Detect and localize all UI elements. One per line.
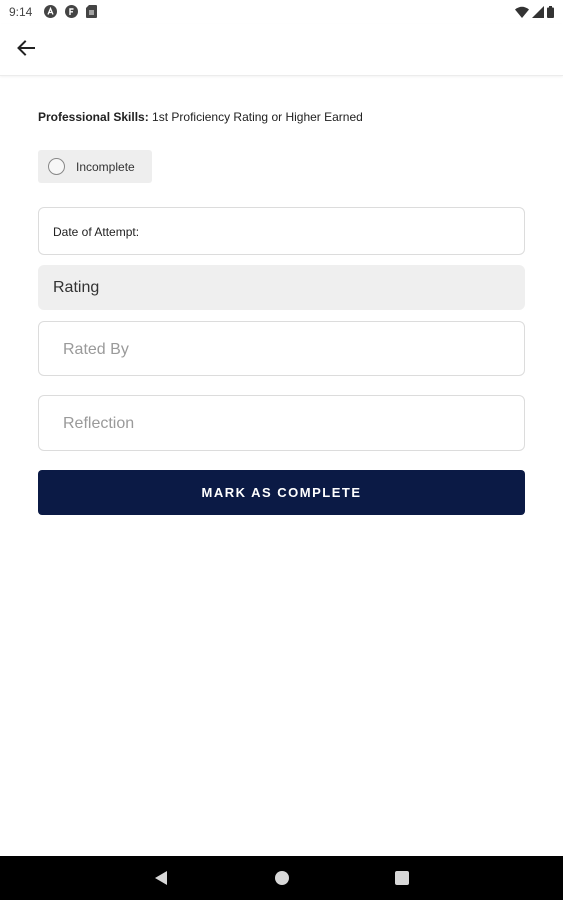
system-navigation-bar	[0, 856, 563, 900]
a-circle-icon	[44, 5, 57, 18]
date-of-attempt-field[interactable]: Date of Attempt:	[38, 207, 525, 255]
wifi-icon	[515, 5, 529, 23]
radio-button-icon[interactable]	[48, 158, 65, 175]
back-triangle-icon[interactable]	[151, 868, 171, 888]
completion-status-label: Incomplete	[76, 159, 135, 174]
date-of-attempt-label: Date of Attempt:	[53, 225, 140, 239]
rating-field[interactable]: Rating	[38, 265, 525, 310]
rated-by-placeholder: Rated By	[63, 341, 129, 358]
status-right-icons	[515, 5, 554, 23]
mark-as-complete-button[interactable]: MARK AS COMPLETE	[38, 470, 525, 515]
task-heading: Professional Skills: 1st Proficiency Rat…	[38, 110, 363, 124]
reflection-field[interactable]: Reflection	[38, 395, 525, 451]
home-circle-icon[interactable]	[272, 868, 292, 888]
f-circle-icon	[65, 5, 78, 18]
reflection-placeholder: Reflection	[63, 415, 135, 432]
task-category: Professional Skills:	[38, 110, 149, 124]
status-bar: 9:14	[0, 0, 563, 24]
completion-status-toggle[interactable]: Incomplete	[38, 150, 152, 183]
arrow-left-icon	[17, 39, 35, 61]
sim-card-icon	[86, 5, 99, 18]
task-title: 1st Proficiency Rating or Higher Earned	[148, 110, 363, 124]
app-bar	[0, 24, 563, 76]
rating-label: Rating	[53, 279, 100, 296]
signal-icon	[532, 5, 544, 23]
status-time: 9:14	[9, 5, 33, 19]
back-button[interactable]	[12, 36, 40, 64]
battery-icon	[547, 5, 554, 23]
rated-by-field[interactable]: Rated By	[38, 321, 525, 376]
recents-square-icon[interactable]	[392, 868, 412, 888]
